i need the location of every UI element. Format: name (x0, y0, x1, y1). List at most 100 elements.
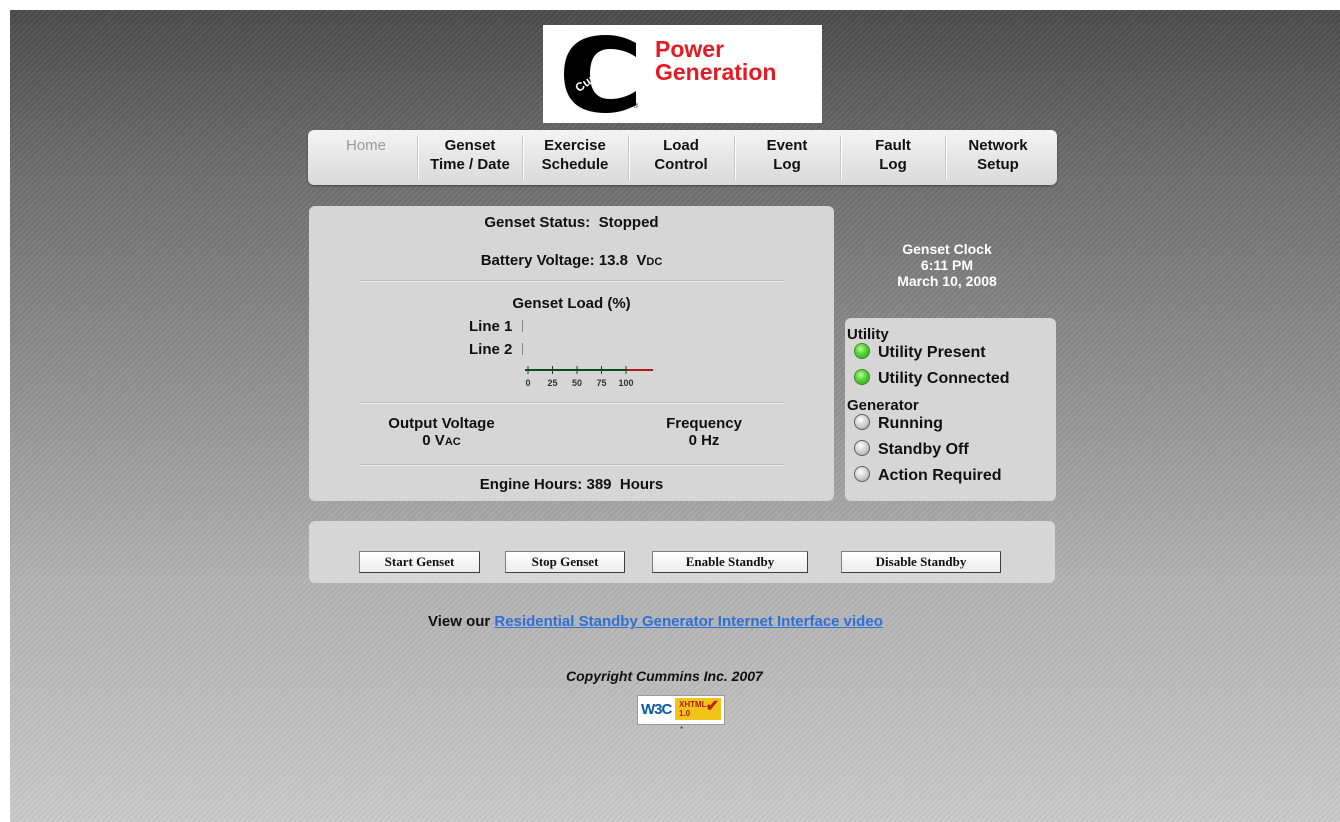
line-2-load-bar (522, 343, 523, 355)
disable-standby-button[interactable]: Disable Standby (841, 551, 1001, 573)
nav-event-log[interactable]: Event Log (738, 136, 836, 180)
nav-separator (946, 136, 947, 180)
green-led-icon (854, 343, 870, 359)
gauge-tick-label: 0 (525, 378, 530, 388)
genset-control-panel: Start Genset Stop Genset Enable Standby … (309, 521, 1055, 583)
green-led-icon (854, 369, 870, 385)
nav-load-control[interactable]: Load Control (632, 136, 730, 180)
cummins-c-icon: Cummins (564, 35, 636, 113)
stop-genset-button[interactable]: Stop Genset (505, 551, 625, 573)
nav-label: Event (766, 137, 808, 154)
video-link[interactable]: Residential Standby Generator Internet I… (494, 613, 882, 630)
engine-hours-label: Engine Hours: (479, 476, 583, 493)
gray-led-icon (854, 440, 870, 456)
output-voltage-unit-sub: AC (444, 436, 461, 448)
line-1-label: Line 1 (469, 318, 513, 335)
nav-genset-time-date[interactable]: Genset Time / Date (421, 136, 519, 180)
gauge-tick-label: 75 (596, 378, 606, 388)
gauge-tick-label: 100 (618, 378, 633, 388)
genset-status-label: Genset Status: (484, 214, 591, 231)
status-indicators-panel: Utility Utility Present Utility Connecte… (845, 318, 1056, 501)
engine-hours-value: 389 (586, 476, 612, 493)
registered-mark: ® (633, 103, 639, 110)
genset-status-panel: Genset Status: Stopped Battery Voltage: … (309, 206, 834, 501)
logo-line-2: Generation (655, 59, 777, 85)
nav-label: Exercise (544, 137, 606, 154)
nav-label: Network (968, 137, 1028, 154)
video-promo-line: View our Residential Standby Generator I… (428, 613, 883, 630)
action-required-indicator: Action Required (854, 466, 1002, 488)
divider (359, 464, 784, 465)
nav-separator (629, 136, 630, 180)
engine-hours-line: Engine Hours: 389 Hours (309, 476, 834, 493)
gauge-tick-label: 25 (547, 378, 557, 388)
load-gauge-scale: 0 25 50 75 100 (525, 366, 653, 388)
line-1-load-bar (522, 320, 523, 332)
nav-sub: Setup (977, 156, 1019, 173)
line-2-label: Line 2 (469, 341, 513, 358)
utility-connected-label: Utility Connected (878, 370, 1010, 387)
nav-sub: Control (654, 156, 708, 173)
enable-standby-button[interactable]: Enable Standby (652, 551, 808, 573)
genset-load-title: Genset Load (%) (512, 295, 631, 312)
genset-status-value: Stopped (598, 214, 659, 231)
xhtml-label-box: XHTML 1.0 ✔ (675, 698, 721, 720)
output-voltage-value: 0 (422, 432, 431, 449)
generator-heading: Generator (847, 397, 919, 414)
output-voltage-unit-main: V (434, 432, 445, 449)
frequency-value: 0 Hz (688, 432, 720, 449)
nav-separator (841, 136, 842, 180)
genset-clock: Genset Clock 6:11 PM March 10, 2008 (857, 241, 1037, 289)
nav-fault-log[interactable]: Fault Log (844, 136, 942, 180)
nav-exercise-schedule[interactable]: Exercise Schedule (526, 136, 624, 180)
logo-wordmark: Power Generation (655, 38, 776, 84)
battery-voltage-value: 13.8 (598, 252, 629, 269)
logo-line-1: Power (655, 36, 725, 62)
w3c-xhtml-badge[interactable]: W3C XHTML 1.0 ✔ (637, 695, 725, 725)
w3c-logo-text: W3C (641, 701, 672, 718)
cummins-logo: Cummins Power Generation ® (543, 25, 822, 123)
nav-sub: Time / Date (430, 156, 510, 173)
gray-led-icon (854, 414, 870, 430)
running-indicator: Running (854, 414, 943, 436)
nav-sub: Schedule (541, 156, 609, 173)
nav-network-setup[interactable]: Network Setup (949, 136, 1047, 180)
output-voltage-value-line: 0 VAC (349, 432, 534, 449)
nav-sub: Log (773, 156, 801, 173)
divider (359, 402, 784, 403)
utility-present-label: Utility Present (878, 344, 986, 361)
divider (359, 280, 784, 281)
clock-time: 6:11 PM (920, 257, 974, 273)
utility-connected-indicator: Utility Connected (854, 369, 1010, 391)
start-genset-button[interactable]: Start Genset (359, 551, 480, 573)
battery-unit-sub: DC (646, 256, 663, 268)
nav-label: Load (663, 137, 699, 154)
action-required-label: Action Required (878, 467, 1002, 484)
nav-home-label: Home (345, 137, 386, 154)
nav-label: Genset (444, 137, 496, 154)
output-voltage-block: Output Voltage 0 VAC (349, 415, 534, 449)
copyright-text: Copyright Cummins Inc. 2007 (566, 668, 763, 684)
nav-sub: Log (879, 156, 907, 173)
gauge-tick-label: 50 (572, 378, 582, 388)
genset-status-line: Genset Status: Stopped (309, 214, 834, 231)
battery-unit-main: V (636, 252, 647, 269)
frequency-label: Frequency (666, 415, 742, 432)
nav-home[interactable]: Home (317, 136, 415, 180)
standby-off-indicator: Standby Off (854, 440, 969, 462)
nav-separator (523, 136, 524, 180)
nav-label: Fault (875, 137, 911, 154)
frequency-block: Frequency 0 Hz (634, 415, 774, 449)
nav-separator (418, 136, 419, 180)
badge-asterisk: * (680, 725, 684, 734)
utility-present-indicator: Utility Present (854, 343, 986, 365)
standby-off-label: Standby Off (878, 441, 969, 458)
running-label: Running (878, 415, 943, 432)
clock-date: March 10, 2008 (897, 273, 997, 289)
gray-led-icon (854, 466, 870, 482)
engine-hours-unit: Hours (619, 476, 664, 493)
battery-voltage-line: Battery Voltage: 13.8 VDC (309, 252, 834, 269)
utility-heading: Utility (847, 326, 889, 343)
nav-separator (735, 136, 736, 180)
output-voltage-label: Output Voltage (388, 415, 495, 432)
